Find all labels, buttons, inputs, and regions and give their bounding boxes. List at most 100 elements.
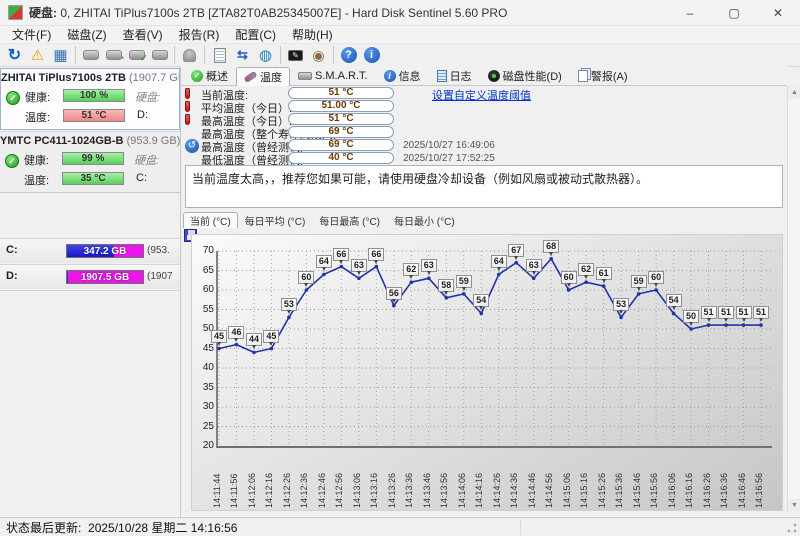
x-axis-tick: 14:12:06 xyxy=(247,450,259,508)
menu-disk[interactable]: 磁盘(Z) xyxy=(59,25,114,44)
help-icon[interactable]: ? xyxy=(337,45,360,65)
status-bar: 状态最后更新: 2025/10/28 星期二 14:16:56 xyxy=(0,517,800,536)
x-axis-tick: 14:13:06 xyxy=(352,450,364,508)
drive-letter: C: xyxy=(136,172,147,184)
refresh-icon[interactable]: ↻ xyxy=(3,45,26,65)
report-document-icon[interactable] xyxy=(208,45,231,65)
disk-sidebar: ZHITAI TiPlus7100s 2TB (1907.7 GB ✓ 健康: … xyxy=(0,67,181,517)
minimize-button[interactable]: – xyxy=(668,0,712,26)
status-divider xyxy=(520,520,521,535)
disk-card-ymtc[interactable]: YMTC PC411-1024GB-B (953.9 GB) ✓ 健康: 99 … xyxy=(0,131,180,193)
partition-letter: C: xyxy=(6,244,18,256)
resize-grip[interactable] xyxy=(786,522,798,534)
data-point-label: 60 xyxy=(298,271,314,284)
close-button[interactable]: ✕ xyxy=(756,0,800,26)
toolbar-separator xyxy=(333,46,334,64)
data-point-label: 59 xyxy=(631,275,647,288)
tab-alerts[interactable]: 警报(A) xyxy=(570,66,636,85)
x-axis-tick: 14:15:36 xyxy=(614,450,626,508)
alert-warning-icon[interactable]: ⚠ xyxy=(26,45,49,65)
data-point-label: 60 xyxy=(561,271,577,284)
info-icon[interactable]: i xyxy=(360,45,383,65)
disk-name: ZHITAI TiPlus7100s 2TB (1907.7 GB xyxy=(1,69,179,84)
tab-temperature[interactable]: 温度 xyxy=(236,67,290,86)
x-axis-tick: 14:16:26 xyxy=(702,450,714,508)
network-status-icon[interactable]: ◍ xyxy=(254,45,277,65)
menu-help[interactable]: 帮助(H) xyxy=(284,25,341,44)
temp-row-average: 平均温度（今日）: 51.00 °C xyxy=(181,100,787,113)
x-axis-tick: 14:16:46 xyxy=(737,450,749,508)
temp-label: 温度: xyxy=(25,109,50,125)
disk-monitor-icon[interactable]: ▦ xyxy=(49,45,72,65)
tab-log[interactable]: 日志 xyxy=(429,66,480,85)
subtab-daily-min[interactable]: 每日最小 (°C) xyxy=(387,212,462,228)
x-axis-tick: 14:16:56 xyxy=(754,450,766,508)
disk-card-zhitai[interactable]: ZHITAI TiPlus7100s 2TB (1907.7 GB ✓ 健康: … xyxy=(0,68,180,130)
health-ok-icon: ✓ xyxy=(6,91,20,105)
health-bar: 100 % xyxy=(63,89,125,102)
y-axis-tick: 65 xyxy=(194,265,214,276)
menu-view[interactable]: 查看(V) xyxy=(115,25,171,44)
data-point-label: 51 xyxy=(718,306,734,319)
x-axis-tick: 14:15:26 xyxy=(597,450,609,508)
alerts-pages-icon xyxy=(578,70,588,82)
y-axis-tick: 20 xyxy=(194,440,214,451)
x-axis-tick: 14:16:06 xyxy=(667,450,679,508)
disk-short-test-icon xyxy=(79,45,102,65)
partition-row-d[interactable]: D: 1907.5 GB (1907 xyxy=(0,264,180,289)
x-axis-tick: 14:12:26 xyxy=(282,450,294,508)
partition-row-c[interactable]: C: 347.2 GB (953. xyxy=(0,238,180,263)
toolbar-separator xyxy=(204,46,205,64)
toolbar-separator xyxy=(174,46,175,64)
temp-row-min-ever: 最低温度（曾经测试）: 40 °C 2025/10/27 17:52:25 xyxy=(181,152,787,165)
data-point-label: 56 xyxy=(386,287,402,300)
history-restore-icon[interactable]: ↺ xyxy=(185,139,199,153)
menu-bar: 文件(F) 磁盘(Z) 查看(V) 报告(R) 配置(C) 帮助(H) xyxy=(0,26,800,44)
y-axis-tick: 70 xyxy=(194,245,214,256)
x-axis-tick: 14:14:26 xyxy=(492,450,504,508)
tab-performance[interactable]: 磁盘性能(D) xyxy=(480,66,570,85)
menu-file[interactable]: 文件(F) xyxy=(4,25,59,44)
sync-refresh-icon[interactable]: ⇆ xyxy=(231,45,254,65)
temp-label: 温度: xyxy=(24,172,49,188)
sound-alert-icon[interactable]: ◉ xyxy=(307,45,330,65)
partition-space-bar: 1907.5 GB xyxy=(66,270,144,284)
x-axis-tick: 14:16:36 xyxy=(719,450,731,508)
y-axis-tick: 35 xyxy=(194,382,214,393)
thermometer-alert-icon xyxy=(185,114,190,125)
total-space-value: (1907 xyxy=(147,271,173,282)
toolbar: ↻ ⚠ ▦ ◔ ✓ ⇆ ◍ ✎ ◉ ? i xyxy=(0,44,800,67)
monitor-test-icon[interactable]: ✎ xyxy=(284,45,307,65)
subtab-daily-average[interactable]: 每日平均 (°C) xyxy=(238,212,313,228)
tab-smart[interactable]: S.M.A.R.T. xyxy=(290,66,376,85)
subtab-current[interactable]: 当前 (°C) xyxy=(183,212,238,228)
maximize-button[interactable]: ▢ xyxy=(712,0,756,26)
y-axis-tick: 40 xyxy=(194,362,214,373)
x-axis-tick: 14:14:46 xyxy=(527,450,539,508)
subtab-daily-max[interactable]: 每日最高 (°C) xyxy=(312,212,387,228)
x-axis-tick: 14:13:36 xyxy=(404,450,416,508)
data-point-label: 58 xyxy=(438,279,454,292)
menu-config[interactable]: 配置(C) xyxy=(227,25,284,44)
data-point-label: 64 xyxy=(491,255,507,268)
data-point-label: 61 xyxy=(596,267,612,280)
temp-value: 40 °C xyxy=(288,152,394,164)
smart-disk-icon xyxy=(298,72,312,80)
scroll-down-icon[interactable]: ▼ xyxy=(788,499,800,512)
data-point-label: 62 xyxy=(403,263,419,276)
menu-report[interactable]: 报告(R) xyxy=(171,25,228,44)
temperature-advice-text: 当前温度太高，，推荐您如果可能，请使用硬盘冷却设备（例如风扇或被动式散热器）。 xyxy=(185,165,783,208)
x-axis-tick: 14:12:36 xyxy=(299,450,311,508)
tab-overview[interactable]: ✓概述 xyxy=(183,66,236,85)
data-point-label: 66 xyxy=(368,248,384,261)
temp-timestamp: 2025/10/27 16:49:06 xyxy=(403,140,495,151)
scroll-up-icon[interactable]: ▲ xyxy=(788,86,800,99)
temp-row-max-today: 最高温度（今日）: 51 °C xyxy=(181,113,787,126)
tab-information[interactable]: i信息 xyxy=(376,66,429,85)
health-label: 健康: xyxy=(25,89,50,105)
data-point-label: 63 xyxy=(351,259,367,272)
data-point-label: 51 xyxy=(736,306,752,319)
free-space-value: 347.2 GB xyxy=(67,245,143,257)
vertical-scrollbar[interactable]: ▲ ▼ xyxy=(787,86,800,512)
title-bar: 硬盘: 0, ZHITAI TiPlus7100s 2TB [ZTA82T0AB… xyxy=(0,0,800,26)
